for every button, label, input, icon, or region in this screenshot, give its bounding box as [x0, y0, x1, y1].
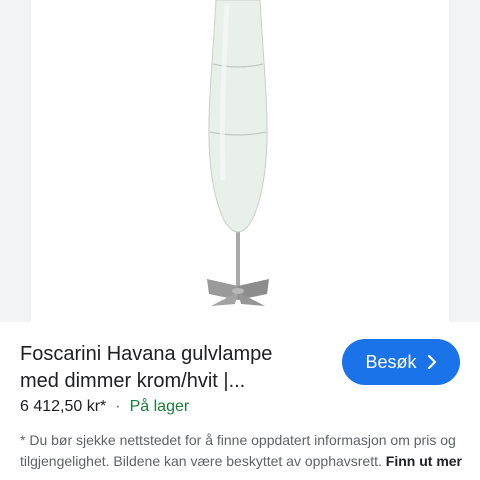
chevron-right-icon: [427, 355, 436, 369]
separator-dot: ·: [115, 398, 121, 415]
floor-lamp-image: [207, 0, 269, 306]
lamp-shade: [208, 0, 268, 233]
product-title-line[interactable]: Foscarini Havana gulvlampe: [20, 341, 320, 368]
visit-button-label: Besøk: [365, 351, 417, 372]
product-title-line[interactable]: med dimmer krom/hvit |...: [20, 368, 320, 395]
price-row: 6 412,50 kr* · På lager: [20, 398, 189, 416]
product-image-area: [0, 0, 480, 322]
availability-status: På lager: [129, 398, 190, 415]
product-image[interactable]: [31, 0, 449, 322]
price: 6 412,50 kr*: [20, 398, 107, 415]
lamp-pole: [236, 228, 240, 292]
disclaimer: * Du bør sjekke nettstedet for å finne o…: [20, 430, 465, 472]
product-title[interactable]: Foscarini Havana gulvlampe med dimmer kr…: [20, 341, 320, 395]
product-info-panel: Foscarini Havana gulvlampe med dimmer kr…: [0, 322, 480, 480]
learn-more-link[interactable]: Finn ut mer: [386, 453, 462, 469]
visit-button[interactable]: Besøk: [342, 339, 460, 385]
